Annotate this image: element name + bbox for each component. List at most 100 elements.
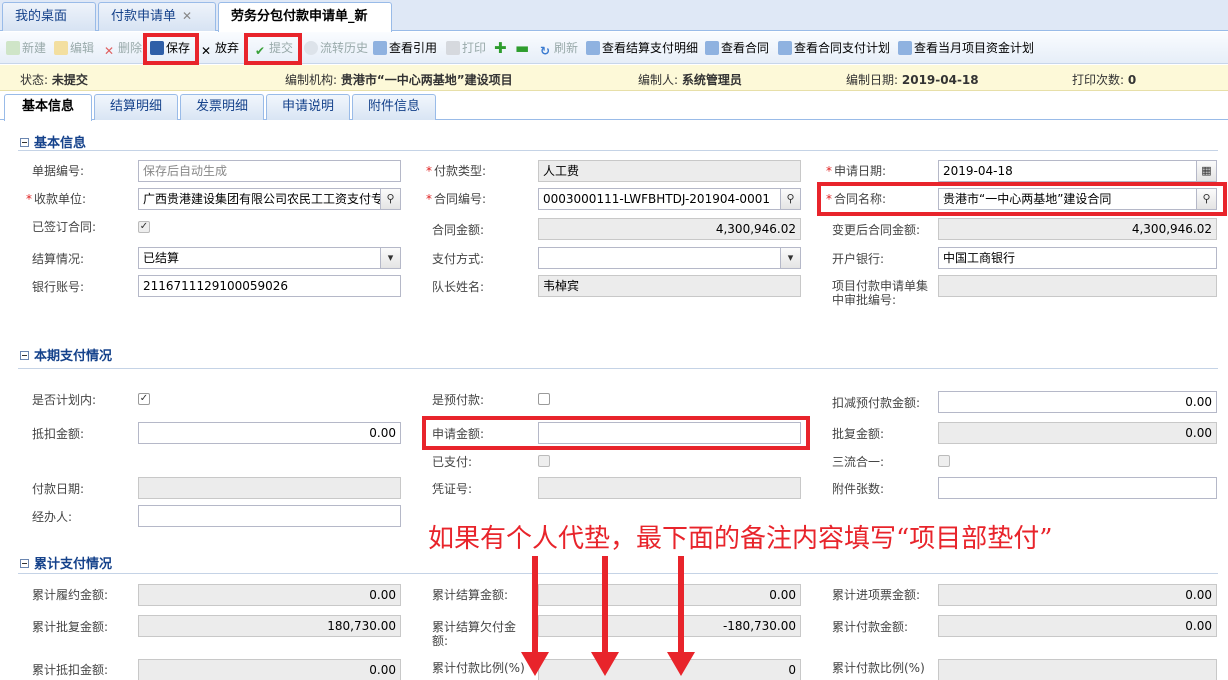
tab-labor-subcontract-new[interactable]: 劳务分包付款申请单_新建✕: [218, 2, 392, 51]
doc-no-field[interactable]: 保存后自动生成: [138, 160, 401, 182]
paid-label: 已支付:: [432, 455, 473, 469]
attach-count-field[interactable]: [938, 477, 1217, 499]
cum-approved-field[interactable]: 180,730.00: [138, 615, 401, 637]
deduct-prepay-field[interactable]: 0.00: [938, 391, 1217, 413]
view-contract-button[interactable]: 查看合同: [705, 38, 769, 58]
settlement-select[interactable]: 已结算 ▾: [138, 247, 401, 269]
cum-paid-label: 累计付款金额:: [832, 620, 909, 634]
tab-application-note[interactable]: 申请说明: [266, 94, 350, 120]
pay-method-label: 支付方式:: [432, 252, 485, 266]
add-row-button[interactable]: ✚: [494, 38, 507, 58]
cum-offset-field[interactable]: 0.00: [138, 659, 401, 680]
contract-name-highlight-box: [817, 182, 1227, 216]
refresh-button[interactable]: ↻ 刷新: [538, 38, 578, 58]
tab-my-desktop[interactable]: 我的桌面: [2, 2, 96, 31]
contract-amount-label: 合同金额:: [432, 223, 485, 237]
cum-ratio2-field[interactable]: [938, 659, 1217, 680]
in-plan-checkbox[interactable]: ✓: [138, 393, 150, 405]
voucher-field[interactable]: [538, 477, 801, 499]
paid-checkbox[interactable]: [538, 455, 550, 467]
pay-method-select[interactable]: ▾: [538, 247, 801, 269]
changed-amount-label: 变更后合同金额:: [832, 223, 921, 237]
status-org: 编制机构: 贵港市“一中心两基地”建设项目: [285, 73, 513, 87]
view-reference-button[interactable]: 查看引用: [373, 38, 437, 58]
arrow-down-icon: [667, 556, 695, 676]
submit-highlight-box: [244, 33, 302, 65]
tab-label: 我的桌面: [15, 9, 68, 24]
account-field[interactable]: 2116711129100059026: [138, 275, 401, 297]
offset-label: 抵扣金额:: [32, 427, 85, 441]
cum-ratio2-label: 累计付款比例(%): [832, 661, 925, 675]
changed-amount-field[interactable]: 4,300,946.02: [938, 218, 1217, 240]
payee-field[interactable]: 广西贵港建设集团有限公司农民工工资支付专 ⚲: [138, 188, 401, 210]
cum-invoice-label: 累计进项票金额:: [832, 588, 921, 602]
status-author: 编制人: 系统管理员: [638, 73, 742, 87]
attach-count-label: 附件张数:: [832, 482, 885, 496]
cum-approved-label: 累计批复金额:: [32, 620, 109, 634]
view-settlement-button[interactable]: 查看结算支付明细: [586, 38, 698, 58]
pay-date-field[interactable]: [138, 477, 401, 499]
handler-field[interactable]: [138, 505, 401, 527]
new-button[interactable]: 新建: [6, 38, 46, 58]
approved-amount-field[interactable]: 0.00: [938, 422, 1217, 444]
discard-button[interactable]: ✕ 放弃: [199, 38, 239, 58]
pay-type-field[interactable]: 人工费: [538, 160, 801, 182]
three-flow-label: 三流合一:: [832, 455, 885, 469]
section-basic-info[interactable]: 基本信息: [20, 132, 86, 151]
print-button[interactable]: 打印: [446, 38, 486, 58]
collapse-icon[interactable]: [20, 351, 29, 360]
cum-invoice-field[interactable]: 0.00: [938, 584, 1217, 606]
collapse-icon[interactable]: [20, 559, 29, 568]
pay-date-label: 付款日期:: [32, 482, 85, 496]
cum-paid-field[interactable]: 0.00: [938, 615, 1217, 637]
cum-ratio-label: 累计付款比例(%): [432, 661, 525, 675]
edit-button[interactable]: 编辑: [54, 38, 94, 58]
flow-history-button[interactable]: 流转历史: [304, 38, 368, 58]
refresh-icon: ↻: [539, 44, 551, 58]
three-flow-checkbox[interactable]: [938, 455, 950, 467]
form-tab-strip: 基本信息 结算明细 发票明细 申请说明 附件信息: [0, 92, 1228, 121]
search-icon[interactable]: ⚲: [780, 189, 800, 209]
chevron-down-icon[interactable]: ▾: [380, 248, 400, 268]
tab-invoice-detail[interactable]: 发票明细: [180, 94, 264, 120]
signed-contract-checkbox[interactable]: ✓: [138, 221, 150, 233]
calendar-icon[interactable]: ▦: [1196, 161, 1216, 181]
collapse-icon[interactable]: [20, 138, 29, 147]
plus-icon: ✚: [494, 39, 507, 57]
bank-field[interactable]: 中国工商银行: [938, 247, 1217, 269]
offset-field[interactable]: 0.00: [138, 422, 401, 444]
document-icon: [778, 41, 792, 55]
view-month-plan-button[interactable]: 查看当月项目资金计划: [898, 38, 1034, 58]
section-cumulative-payment[interactable]: 累计支付情况: [20, 553, 112, 572]
apply-date-field[interactable]: 2019-04-18 ▦: [938, 160, 1217, 182]
annotation-text: 如果有个人代垫，最下面的备注内容填写“项目部垫付”: [428, 524, 1053, 554]
save-highlight-box: [143, 33, 199, 65]
delete-button[interactable]: ✕ 删除: [102, 38, 142, 58]
arrow-down-icon: [591, 556, 619, 676]
remove-row-button[interactable]: ▬: [515, 38, 529, 58]
approval-no-field[interactable]: [938, 275, 1217, 297]
contract-no-field[interactable]: 0003000111-LWFBHTDJ-201904-0001 ⚲: [538, 188, 801, 210]
deduct-prepay-label: 扣减预付款金额:: [832, 396, 921, 410]
tab-label: 付款申请单: [111, 9, 177, 24]
tab-basic-info[interactable]: 基本信息: [4, 94, 92, 121]
contract-amount-field[interactable]: 4,300,946.02: [538, 218, 801, 240]
handler-label: 经办人:: [32, 510, 73, 524]
cum-perform-field[interactable]: 0.00: [138, 584, 401, 606]
section-current-payment[interactable]: 本期支付情况: [20, 345, 112, 364]
status-bar: 状态: 未提交 编制机构: 贵港市“一中心两基地”建设项目 编制人: 系统管理员…: [0, 65, 1228, 91]
tab-settlement-detail[interactable]: 结算明细: [94, 94, 178, 120]
prepay-checkbox[interactable]: [538, 393, 550, 405]
tab-payment-request[interactable]: 付款申请单 ✕: [98, 2, 216, 31]
tab-attachments[interactable]: 附件信息: [352, 94, 436, 120]
search-icon[interactable]: ⚲: [380, 189, 400, 209]
chevron-down-icon[interactable]: ▾: [780, 248, 800, 268]
close-icon[interactable]: ✕: [182, 9, 192, 23]
new-icon: [6, 41, 20, 55]
voucher-label: 凭证号:: [432, 482, 473, 496]
top-tab-strip: 我的桌面 付款申请单 ✕ 劳务分包付款申请单_新建✕: [0, 0, 1228, 51]
leader-field[interactable]: 韦棹宾: [538, 275, 801, 297]
settlement-label: 结算情况:: [32, 252, 85, 266]
divider: [18, 150, 1218, 151]
view-contract-plan-button[interactable]: 查看合同支付计划: [778, 38, 890, 58]
